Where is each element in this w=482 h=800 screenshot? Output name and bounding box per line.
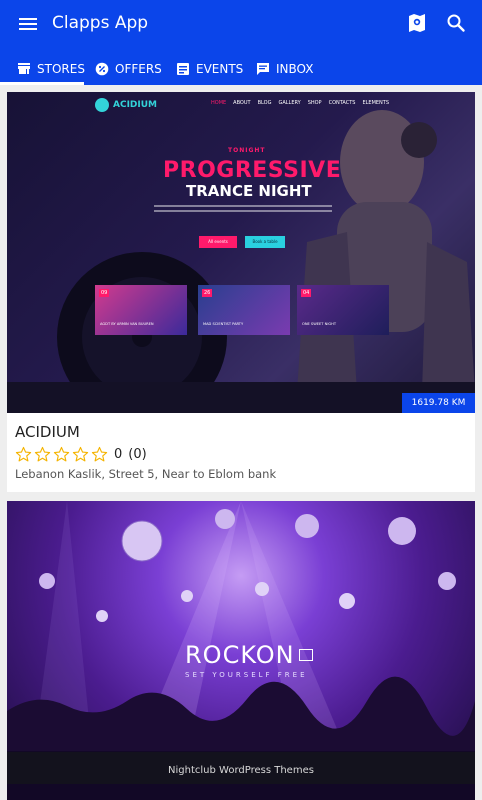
- site-nav: HOME ABOUT BLOG GALLERY SHOP CONTACTS EL…: [211, 100, 389, 106]
- event-card: 26 MAD SCIENTIST PARTY: [198, 285, 290, 335]
- offers-icon: [95, 62, 109, 75]
- nav-shop: SHOP: [307, 100, 322, 106]
- nav-about: ABOUT: [233, 100, 251, 106]
- tab-bar: STORES OFFERS EVENTS INBOX: [0, 52, 482, 85]
- hero-headline-1: PROGRESSIVE: [163, 158, 342, 183]
- equalizer-icon: [298, 649, 313, 661]
- map-location-icon[interactable]: [405, 11, 429, 35]
- tab-stores[interactable]: STORES: [17, 52, 85, 85]
- star-outline-icon: [15, 446, 32, 461]
- rockon-tagline: SET YOURSELF FREE: [185, 671, 308, 679]
- search-icon[interactable]: [444, 11, 468, 35]
- tab-indicator: [0, 82, 84, 85]
- tab-inbox[interactable]: INBOX: [256, 52, 313, 85]
- hero-headline-2: TRANCE NIGHT: [186, 182, 312, 200]
- store-image: ROCKON SET YOURSELF FREE Nightclub WordP…: [7, 501, 475, 800]
- rating-count: (0): [128, 446, 147, 462]
- tab-events-label: EVENTS: [196, 61, 244, 76]
- rating: 0 (0): [15, 444, 147, 464]
- app-bar: Clapps App STORES OFFERS EVENTS INBOX: [0, 0, 482, 85]
- star-outline-icon: [91, 446, 108, 461]
- distance-badge: 1619.78 KM: [402, 393, 475, 413]
- nav-gallery: GALLERY: [278, 100, 301, 106]
- app-title: Clapps App: [52, 13, 149, 33]
- star-outline-icon: [53, 446, 70, 461]
- tab-offers-label: OFFERS: [115, 61, 162, 76]
- star-outline-icon: [34, 446, 51, 461]
- store-card[interactable]: ACIDIUM HOME ABOUT BLOG GALLERY SHOP CON…: [7, 92, 475, 492]
- inbox-icon: [257, 62, 269, 75]
- hero-button-events: All events: [199, 236, 237, 248]
- store-name: ACIDIUM: [15, 423, 80, 441]
- store-card[interactable]: ROCKON SET YOURSELF FREE Nightclub WordP…: [7, 501, 475, 800]
- nav-blog: BLOG: [257, 100, 272, 106]
- event-card: 09 AGDT BY ARMIN VAN BUUREN: [95, 285, 187, 335]
- site-logo: ACIDIUM: [95, 98, 157, 112]
- store-icon: [18, 62, 30, 74]
- store-address: Lebanon Kaslik, Street 5, Near to Eblom …: [15, 467, 277, 481]
- tab-offers[interactable]: OFFERS: [95, 52, 162, 85]
- nav-home: HOME: [211, 100, 227, 106]
- rating-value: 0: [114, 446, 123, 462]
- events-icon: [177, 62, 189, 75]
- tab-stores-label: STORES: [37, 61, 85, 76]
- store-image: ACIDIUM HOME ABOUT BLOG GALLERY SHOP CON…: [7, 92, 475, 413]
- nav-contacts: CONTACTS: [328, 100, 356, 106]
- tab-inbox-label: INBOX: [276, 61, 314, 76]
- hero-button-book: Book a table: [245, 236, 285, 248]
- tab-events[interactable]: EVENTS: [176, 52, 243, 85]
- image-caption: Nightclub WordPress Themes: [7, 752, 475, 784]
- event-card: 04 ONE SWEET NIGHT: [297, 285, 389, 335]
- skull-icon: [95, 98, 109, 112]
- hero-kicker: TONIGHT: [228, 147, 266, 154]
- rockon-logo: ROCKON: [185, 641, 313, 669]
- toolbar: Clapps App: [0, 0, 482, 48]
- star-outline-icon: [72, 446, 89, 461]
- hero-body: [154, 205, 332, 217]
- menu-icon[interactable]: [16, 12, 40, 36]
- nav-elements: ELEMENTS: [362, 100, 390, 106]
